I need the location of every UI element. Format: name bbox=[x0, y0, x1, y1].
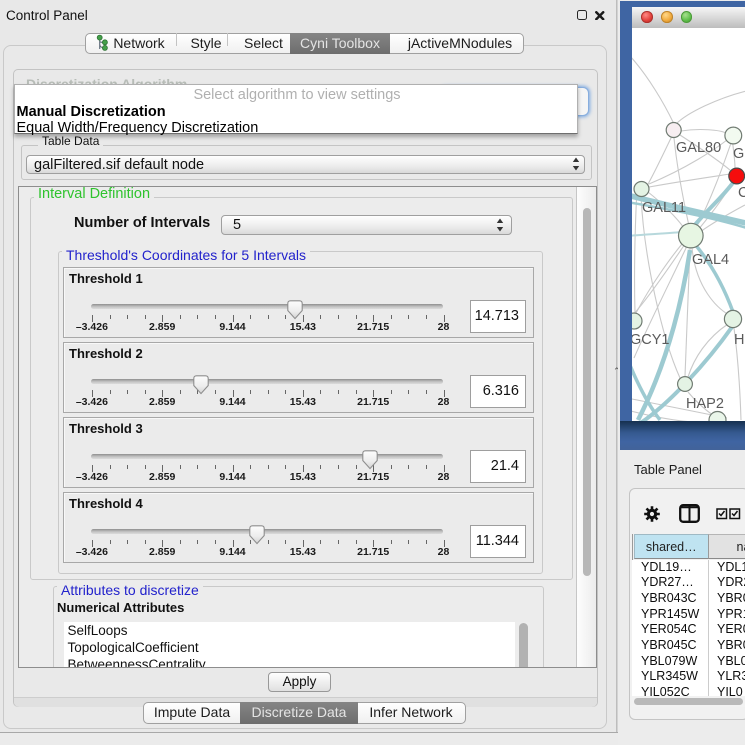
svg-text:H: H bbox=[734, 332, 744, 348]
svg-text:HAP2: HAP2 bbox=[686, 396, 724, 412]
svg-text:GAL4: GAL4 bbox=[692, 252, 729, 268]
svg-text:C: C bbox=[738, 185, 745, 201]
svg-text:GCY1: GCY1 bbox=[632, 332, 670, 348]
svg-text:GAL80: GAL80 bbox=[676, 140, 721, 156]
svg-text:G..: G.. bbox=[733, 146, 745, 162]
svg-text:GAL11: GAL11 bbox=[642, 200, 686, 216]
